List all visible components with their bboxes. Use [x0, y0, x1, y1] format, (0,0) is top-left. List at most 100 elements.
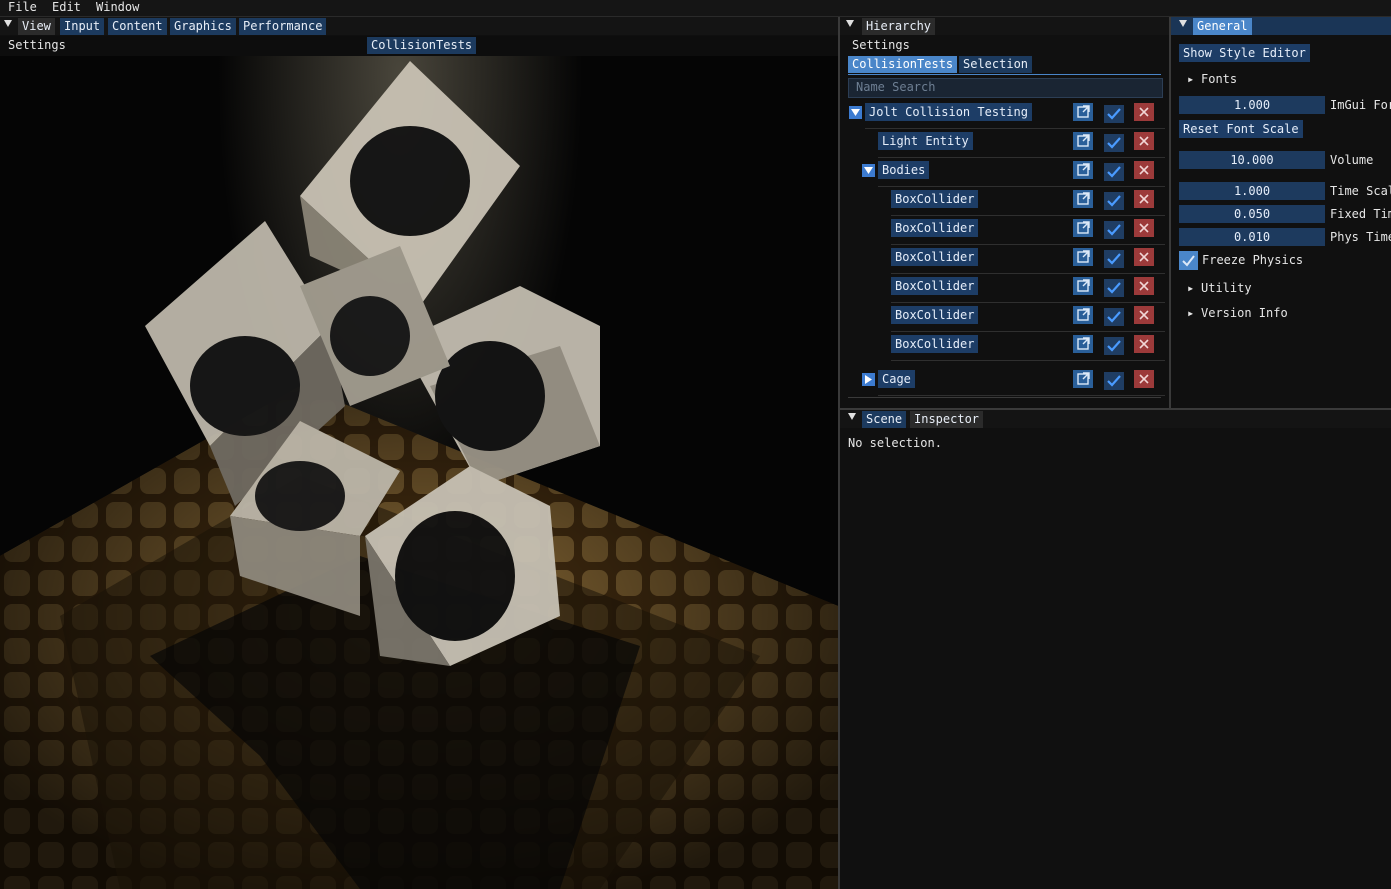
tree-item-button[interactable]: Light Entity — [878, 132, 973, 150]
enabled-checkbox[interactable] — [1104, 308, 1124, 326]
fonts-section[interactable]: Fonts — [1201, 72, 1237, 86]
tree-item-button[interactable]: BoxCollider — [891, 335, 979, 353]
open-external-icon[interactable] — [1073, 277, 1093, 295]
tree-row[interactable]: Light Entity — [840, 130, 1169, 159]
imgui-font-scale-field[interactable]: 1.000 — [1179, 96, 1325, 114]
row-separator — [878, 186, 1165, 187]
show-style-editor-button[interactable]: Show Style Editor — [1179, 44, 1310, 62]
collapse-triangle-icon[interactable] — [848, 413, 856, 420]
delete-icon[interactable] — [1134, 161, 1154, 179]
tree-row[interactable]: BoxCollider — [840, 333, 1169, 362]
tree-row[interactable]: Jolt Collision Testing — [840, 101, 1169, 130]
collapse-triangle-icon[interactable] — [846, 20, 854, 27]
collapse-triangle-icon[interactable] — [1179, 20, 1187, 27]
tree-row[interactable]: BoxCollider — [840, 217, 1169, 246]
enabled-checkbox[interactable] — [1104, 337, 1124, 355]
row-separator — [891, 360, 1165, 361]
menu-edit[interactable]: Edit — [52, 0, 81, 15]
delete-icon[interactable] — [1134, 277, 1154, 295]
tree-row[interactable]: Cage — [840, 368, 1169, 397]
menu-window[interactable]: Window — [96, 0, 139, 15]
freeze-physics-checkbox[interactable] — [1179, 251, 1198, 270]
tree-item-button[interactable]: BoxCollider — [891, 306, 979, 324]
volume-label: Volume — [1330, 153, 1374, 167]
delete-icon[interactable] — [1134, 190, 1154, 208]
enabled-checkbox[interactable] — [1104, 250, 1124, 268]
open-external-icon[interactable] — [1073, 370, 1093, 388]
expand-down-arrow-icon[interactable] — [849, 106, 862, 119]
hierarchy-tree: Jolt Collision Testing Light Entity Bodies… — [840, 101, 1169, 401]
version-info-arrow-icon[interactable]: ▸ — [1187, 306, 1194, 320]
enabled-checkbox[interactable] — [1104, 279, 1124, 297]
tab-selection[interactable]: Selection — [959, 56, 1033, 73]
checkmark-icon — [1107, 375, 1121, 387]
checkmark-icon — [1107, 311, 1121, 323]
tree-item-button[interactable]: BoxCollider — [891, 219, 979, 237]
tab-view[interactable]: View — [18, 18, 55, 35]
expand-down-arrow-icon[interactable] — [862, 164, 875, 177]
fonts-arrow-icon[interactable]: ▸ — [1187, 72, 1194, 86]
enabled-checkbox[interactable] — [1104, 134, 1124, 152]
phys-time-field[interactable]: 0.010 — [1179, 228, 1325, 246]
tab-inspector[interactable]: Inspector — [910, 411, 984, 428]
delete-icon[interactable] — [1134, 103, 1154, 121]
delete-icon[interactable] — [1134, 132, 1154, 150]
enabled-checkbox[interactable] — [1104, 192, 1124, 210]
delete-icon[interactable] — [1134, 306, 1154, 324]
tree-row[interactable]: BoxCollider — [840, 304, 1169, 333]
enabled-checkbox[interactable] — [1104, 221, 1124, 239]
tree-item-button[interactable]: BoxCollider — [891, 248, 979, 266]
tree-item-button[interactable]: BoxCollider — [891, 190, 979, 208]
open-external-icon[interactable] — [1073, 248, 1093, 266]
tab-scene[interactable]: Scene — [862, 411, 907, 428]
expand-right-arrow-icon[interactable] — [862, 373, 875, 386]
enabled-checkbox[interactable] — [1104, 163, 1124, 181]
fixed-time-field[interactable]: 0.050 — [1179, 205, 1325, 223]
delete-icon[interactable] — [1134, 335, 1154, 353]
time-scale-field[interactable]: 1.000 — [1179, 182, 1325, 200]
tab-performance[interactable]: Performance — [239, 18, 327, 35]
tab-graphics[interactable]: Graphics — [170, 18, 236, 35]
open-external-icon[interactable] — [1073, 219, 1093, 237]
tree-row[interactable]: BoxCollider — [840, 246, 1169, 275]
name-search-input[interactable]: Name Search — [848, 78, 1163, 98]
menu-file[interactable]: File — [8, 0, 37, 15]
checkmark-icon — [1107, 282, 1121, 294]
open-external-icon[interactable] — [1073, 335, 1093, 353]
tab-input[interactable]: Input — [60, 18, 105, 35]
freeze-physics-label[interactable]: Freeze Physics — [1202, 253, 1303, 267]
open-external-icon[interactable] — [1073, 103, 1093, 121]
utility-section[interactable]: Utility — [1201, 281, 1252, 295]
utility-arrow-icon[interactable]: ▸ — [1187, 281, 1194, 295]
checkmark-icon — [1107, 195, 1121, 207]
enabled-checkbox[interactable] — [1104, 372, 1124, 390]
open-external-icon[interactable] — [1073, 132, 1093, 150]
tree-row[interactable]: BoxCollider — [840, 275, 1169, 304]
open-external-icon[interactable] — [1073, 190, 1093, 208]
tree-row[interactable]: BoxCollider — [840, 188, 1169, 217]
delete-icon[interactable] — [1134, 219, 1154, 237]
enabled-checkbox[interactable] — [1104, 105, 1124, 123]
collapse-triangle-icon[interactable] — [4, 20, 12, 27]
hierarchy-settings-label[interactable]: Settings — [852, 38, 910, 52]
delete-icon[interactable] — [1134, 370, 1154, 388]
reset-font-scale-button[interactable]: Reset Font Scale — [1179, 120, 1303, 138]
version-info-section[interactable]: Version Info — [1201, 306, 1288, 320]
volume-field[interactable]: 10.000 — [1179, 151, 1325, 169]
tab-collision-tests[interactable]: CollisionTests — [367, 37, 477, 54]
tree-item-button[interactable]: BoxCollider — [891, 277, 979, 295]
checkmark-icon — [1107, 253, 1121, 265]
tree-item-button[interactable]: Bodies — [878, 161, 930, 179]
settings-label[interactable]: Settings — [8, 38, 66, 52]
tab-hierarchy[interactable]: Hierarchy — [862, 18, 936, 35]
open-external-icon[interactable] — [1073, 306, 1093, 324]
scene-viewport[interactable] — [0, 56, 838, 889]
tree-row[interactable]: Bodies — [840, 159, 1169, 188]
open-external-icon[interactable] — [1073, 161, 1093, 179]
delete-icon[interactable] — [1134, 248, 1154, 266]
tree-item-button[interactable]: Cage — [878, 370, 915, 388]
tree-item-button[interactable]: Jolt Collision Testing — [865, 103, 1032, 121]
tab-general[interactable]: General — [1193, 18, 1252, 35]
tab-collisiontests[interactable]: CollisionTests — [848, 56, 958, 73]
tab-content[interactable]: Content — [108, 18, 167, 35]
